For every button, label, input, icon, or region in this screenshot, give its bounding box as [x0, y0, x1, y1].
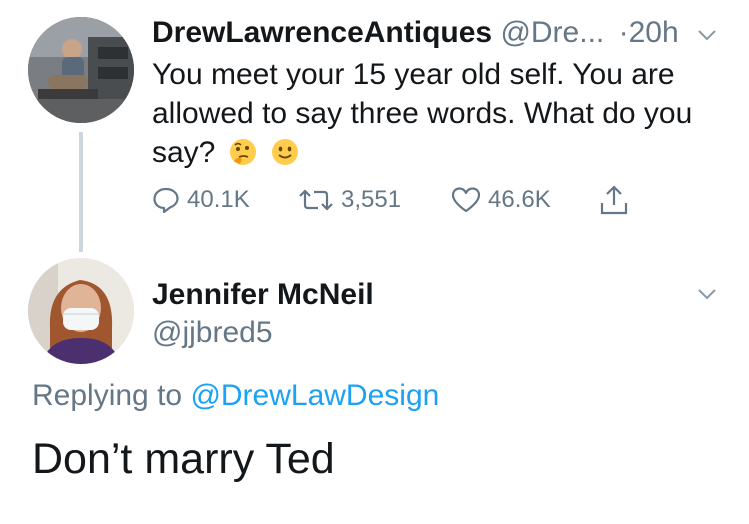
replying-to: Replying to @DrewLawDesign: [32, 376, 439, 416]
reply-author-avatar-photo: [28, 258, 134, 364]
tweet-header: DrewLawrenceAntiques @Dre... ·20h: [152, 12, 679, 54]
share-icon: [600, 185, 628, 215]
thread-line: [79, 132, 83, 252]
retweet-count: 3,551: [341, 186, 402, 213]
like-button[interactable]: 46.6K: [450, 182, 551, 218]
retweet-button[interactable]: 3,551: [297, 182, 401, 218]
timestamp[interactable]: 20h: [629, 16, 679, 49]
reply-author-handle[interactable]: @jjbred5: [152, 314, 273, 352]
author-avatar-photo: [28, 17, 134, 123]
reply-button[interactable]: 40.1K: [151, 182, 250, 218]
like-icon: [451, 187, 481, 213]
author-handle[interactable]: @Dre...: [500, 16, 604, 49]
replying-to-mention[interactable]: @DrewLawDesign: [190, 379, 439, 412]
author-name[interactable]: DrewLawrenceAntiques: [152, 16, 492, 49]
replying-prefix: Replying to: [32, 379, 183, 412]
slightly-smiling-face-emoji: [272, 139, 299, 165]
like-count: 46.6K: [488, 186, 551, 213]
reply-author-name[interactable]: Jennifer McNeil: [152, 276, 374, 314]
reply-text: Don’t marry Ted: [32, 435, 335, 483]
author-avatar[interactable]: [28, 17, 134, 123]
retweet-icon: [299, 189, 333, 211]
reply-icon: [153, 187, 179, 214]
chevron-down-icon[interactable]: [697, 287, 717, 301]
chevron-down-icon[interactable]: [697, 28, 717, 42]
reply-author-avatar[interactable]: [28, 258, 134, 364]
reply-count: 40.1K: [187, 186, 250, 213]
tweet-text: You meet your 15 year old self. You are …: [152, 55, 722, 172]
thinking-face-emoji: [229, 139, 256, 165]
share-button[interactable]: [598, 182, 636, 218]
dot-separator: ·: [618, 16, 629, 49]
